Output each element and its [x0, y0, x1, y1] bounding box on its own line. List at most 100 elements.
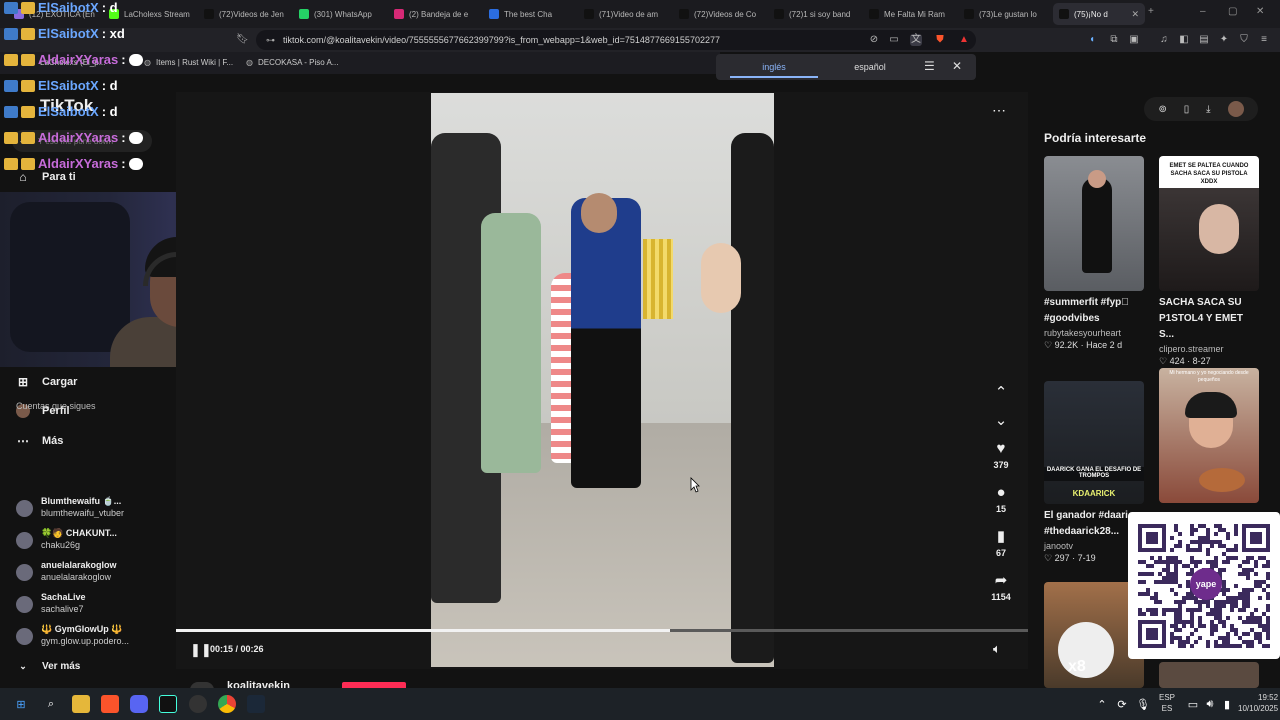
- video-player[interactable]: [431, 93, 774, 667]
- windows-start-icon[interactable]: ⊞: [12, 695, 30, 713]
- comment-count: 15: [995, 504, 1006, 514]
- chevron-up-icon: ⌃: [994, 384, 1008, 401]
- volume-icon[interactable]: 🔈︎: [993, 641, 1001, 657]
- chrome-icon[interactable]: [218, 695, 236, 713]
- bookmark-icon[interactable]: 🔖︎: [236, 34, 249, 46]
- tab-label: LaCholexs Stream: [124, 9, 190, 19]
- maximize-icon[interactable]: ▢: [1228, 6, 1237, 17]
- browser-tab[interactable]: (301) WhatsApp: [293, 3, 385, 25]
- tab-favicon-icon: [869, 9, 879, 19]
- browser-tab[interactable]: (72)Videos de Co: [673, 3, 765, 25]
- media-icon[interactable]: ♫: [1158, 34, 1170, 46]
- sync-icon[interactable]: ⟳: [1113, 695, 1131, 713]
- audio-playing-icon[interactable]: ◖: [1086, 34, 1098, 46]
- prev-video-button[interactable]: ⌃: [986, 384, 1016, 402]
- extensions-icon[interactable]: ⧉: [1108, 34, 1120, 46]
- menu-icon[interactable]: ≡: [1258, 34, 1270, 46]
- browser-tab[interactable]: The best Cha: [483, 3, 575, 25]
- download-icon[interactable]: ⤓: [1206, 104, 1210, 115]
- comment-button[interactable]: ● 15: [986, 484, 1016, 514]
- close-window-icon[interactable]: ✕: [1256, 6, 1264, 17]
- pause-icon[interactable]: ❚❚: [190, 642, 212, 658]
- home-icon: ⌂: [19, 170, 27, 184]
- like-button[interactable]: ♥ 379: [986, 440, 1016, 470]
- browser-tab[interactable]: (72)Videos de Jen: [198, 3, 290, 25]
- recommended-video-card[interactable]: [1159, 662, 1259, 688]
- nav-more[interactable]: ⋯ Más: [16, 434, 63, 448]
- wallet-icon[interactable]: ▣: [1128, 34, 1140, 46]
- new-tab-button[interactable]: +: [1148, 6, 1154, 17]
- obs-icon[interactable]: [159, 695, 177, 713]
- search-icon[interactable]: ⌕: [42, 695, 60, 713]
- steam-icon[interactable]: [247, 695, 265, 713]
- bookmark-item[interactable]: Items | Rust Wiki | F...: [156, 58, 233, 67]
- no-video-icon[interactable]: ⊘: [868, 34, 880, 46]
- chat-message: AldairXYaras:: [4, 156, 143, 171]
- browser-tab[interactable]: Me Falta Mi Ram: [863, 3, 955, 25]
- phone-icon[interactable]: ▯: [1184, 104, 1190, 115]
- leo-ai-icon[interactable]: ✦: [1218, 34, 1230, 46]
- video-progress-bar[interactable]: [176, 629, 1028, 632]
- more-options-icon[interactable]: ⋯: [992, 102, 1006, 119]
- following-account[interactable]: Blumthewaifu 🍵... blumthewaifu_vtuber: [16, 496, 166, 522]
- translate-to-tab[interactable]: español: [826, 62, 914, 72]
- minimize-icon[interactable]: –: [1200, 6, 1206, 17]
- emote-icon: [128, 131, 143, 144]
- tab-label: (301) WhatsApp: [314, 9, 372, 19]
- browser-tab[interactable]: (75)¡No d ✕: [1053, 3, 1145, 25]
- network-icon[interactable]: ▭: [1184, 695, 1202, 713]
- next-video-button[interactable]: ⌄: [986, 412, 1016, 430]
- microphone-icon[interactable]: 🎙︎: [1134, 695, 1152, 713]
- save-button[interactable]: ▮ 67: [986, 528, 1016, 558]
- file-explorer-icon[interactable]: [72, 695, 90, 713]
- nav-upload[interactable]: ⊞ Cargar: [16, 375, 78, 389]
- wallet2-icon[interactable]: ▤: [1198, 34, 1210, 46]
- browser-tab[interactable]: (71)Video de am: [578, 3, 670, 25]
- cast-icon[interactable]: ▭: [888, 34, 900, 46]
- recommended-video-card[interactable]: EMET SE PALTEA CUANDO SACHA SACA SU PIST…: [1159, 156, 1259, 367]
- subscriber-badge-icon: [21, 157, 35, 170]
- clock[interactable]: 19:52 10/10/2025: [1238, 692, 1278, 714]
- browser-tab[interactable]: (72)1 si soy band: [768, 3, 860, 25]
- tab-favicon-icon: [204, 9, 214, 19]
- discord-icon[interactable]: [130, 695, 148, 713]
- input-language[interactable]: ESP ES: [1159, 692, 1175, 714]
- recommended-video-card[interactable]: #summerfit #fyp゙ #goodvibes rubytakesyou…: [1044, 156, 1144, 351]
- steelseries-icon[interactable]: [189, 695, 207, 713]
- vpn-icon[interactable]: ⛉: [1238, 34, 1250, 46]
- bookmark-item[interactable]: DECOKASA - Piso A...: [258, 58, 338, 67]
- translate-menu-icon[interactable]: ☰: [924, 59, 935, 73]
- nav-for-you[interactable]: ⌂ Para ti: [16, 170, 75, 184]
- browser-tab[interactable]: (73)Le gustan lo: [958, 3, 1050, 25]
- recommended-video-card[interactable]: Mi hermano y yo negociando desde pequeño…: [1159, 368, 1259, 503]
- brave-shield-icon[interactable]: ⛊: [934, 34, 946, 46]
- speaker-icon[interactable]: 🔊︎: [1201, 695, 1219, 713]
- card-author: rubytakesyourheart: [1044, 328, 1122, 338]
- card-caption: P1STOL4 Y EMET S...: [1159, 313, 1243, 340]
- tray-chevron-icon[interactable]: ⌃: [1093, 695, 1111, 713]
- crown-badge-icon: [4, 157, 18, 170]
- coin-icon[interactable]: ⊚: [1158, 104, 1166, 115]
- tab-label: (72)1 si soy band: [789, 9, 851, 19]
- following-account[interactable]: anuelalarakoglow anuelalarakoglow: [16, 560, 166, 586]
- account-handle: sachalive7: [41, 604, 84, 614]
- tab-favicon-icon: [489, 9, 499, 19]
- following-account[interactable]: 🍀🧑 CHAKUNT... chaku26g: [16, 528, 166, 554]
- see-more-button[interactable]: ⌄ Ver más: [16, 659, 80, 673]
- browser-tab[interactable]: (2) Bandeja de e: [388, 3, 480, 25]
- share-button[interactable]: ➦ 1154: [986, 572, 1016, 602]
- site-info-icon[interactable]: ⊶: [266, 35, 275, 46]
- brave-rewards-icon[interactable]: ▲: [958, 34, 970, 46]
- translate-close-icon[interactable]: ✕: [952, 59, 962, 73]
- battery-icon[interactable]: ▮: [1218, 695, 1236, 713]
- close-tab-icon[interactable]: ✕: [1131, 9, 1139, 20]
- following-account[interactable]: 🔱 GymGlowUp 🔱 gym.glow.up.podero...: [16, 624, 166, 650]
- sidebar-toggle-icon[interactable]: ◧: [1178, 34, 1190, 46]
- translate-icon[interactable]: 文: [910, 34, 922, 46]
- chat-text: : xd: [101, 26, 125, 41]
- avatar[interactable]: [1227, 101, 1244, 117]
- person-back: [481, 213, 541, 473]
- following-account[interactable]: SachaLive sachalive7: [16, 592, 166, 618]
- brave-browser-icon[interactable]: [101, 695, 119, 713]
- translate-from-tab[interactable]: inglés: [730, 62, 818, 78]
